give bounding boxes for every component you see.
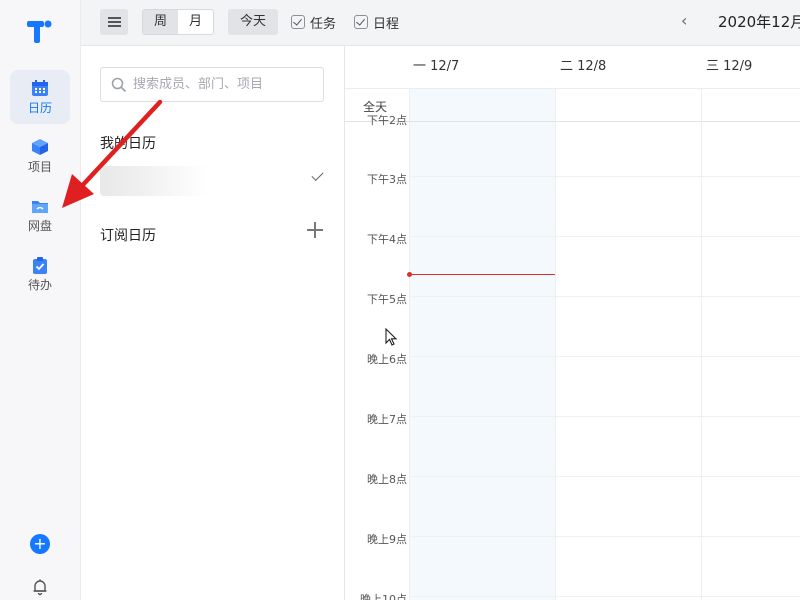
week-view-button[interactable]: 周 (143, 10, 178, 34)
allday-row[interactable]: 全天 (345, 88, 800, 122)
week-calendar-grid: 一 12/7 二 12/8 三 12/9 全天 下午2点 下午3点 下午4点 下… (345, 46, 800, 600)
hour-line (409, 536, 800, 537)
hour-label: 下午3点 (367, 173, 407, 186)
hour-label: 下午5点 (367, 293, 407, 306)
column-divider (701, 88, 702, 600)
column-divider (409, 88, 410, 600)
hour-line (409, 296, 800, 297)
app-window: 日历 项目 网盘 待办 + 周 月 今天 任务 日程 ‹ 2020年12月 搜索… (0, 0, 800, 600)
hour-label: 晚上7点 (367, 413, 407, 426)
checkbox-icon (354, 15, 368, 29)
view-switch: 周 月 (142, 9, 214, 35)
folder-icon (32, 201, 48, 213)
left-rail: 日历 项目 网盘 待办 + (0, 0, 81, 600)
hour-label: 下午2点 (367, 114, 407, 127)
hour-line (409, 416, 800, 417)
today-column[interactable] (409, 88, 555, 600)
hour-label: 晚上10点 (360, 593, 407, 600)
annotation-arrow-icon (62, 99, 163, 208)
day-header-wed[interactable]: 三 12/9 (706, 46, 752, 88)
prev-week-button[interactable]: ‹ (681, 10, 687, 32)
add-button[interactable]: + (30, 534, 50, 554)
search-icon (111, 77, 127, 93)
hour-line (409, 236, 800, 237)
schedule-filter-label: 日程 (373, 16, 400, 32)
task-filter-label: 任务 (310, 16, 337, 32)
column-divider (555, 88, 556, 600)
day-header-mon[interactable]: 一 12/7 (413, 46, 459, 88)
add-subscription-icon[interactable] (307, 222, 323, 238)
toolbar: 周 月 今天 任务 日程 ‹ 2020年12月 (81, 0, 800, 46)
bell-icon[interactable] (31, 578, 49, 596)
hour-label: 晚上9点 (367, 533, 407, 546)
rail-item-todo[interactable]: 待办 (10, 247, 70, 301)
today-button[interactable]: 今天 (228, 9, 278, 35)
rail-item-label: 待办 (27, 278, 52, 292)
hour-label: 晚上6点 (367, 353, 407, 366)
hour-line (409, 356, 800, 357)
current-time-line (409, 274, 555, 275)
subscribed-calendars-title: 订阅日历 (100, 228, 156, 244)
checkbox-icon (291, 15, 305, 29)
current-time-dot (407, 272, 412, 277)
clipboard-check-icon (33, 257, 47, 274)
hour-line (409, 596, 800, 597)
current-month-label: 2020年12月 (718, 13, 800, 31)
month-view-button[interactable]: 月 (178, 10, 213, 34)
schedule-filter-checkbox[interactable]: 日程 (354, 13, 400, 32)
hour-label: 晚上8点 (367, 473, 407, 486)
hour-line (409, 476, 800, 477)
mouse-cursor-icon (385, 328, 398, 346)
hour-label: 下午4点 (367, 233, 407, 246)
calendar-icon (32, 80, 48, 96)
check-icon[interactable] (311, 168, 324, 182)
cube-icon (32, 139, 48, 155)
hour-line (409, 176, 800, 177)
app-logo-icon[interactable] (26, 17, 54, 45)
day-header-tue[interactable]: 二 12/8 (560, 46, 606, 88)
rail-item-label: 网盘 (27, 219, 52, 233)
menu-icon[interactable] (100, 9, 128, 35)
task-filter-checkbox[interactable]: 任务 (291, 13, 337, 32)
